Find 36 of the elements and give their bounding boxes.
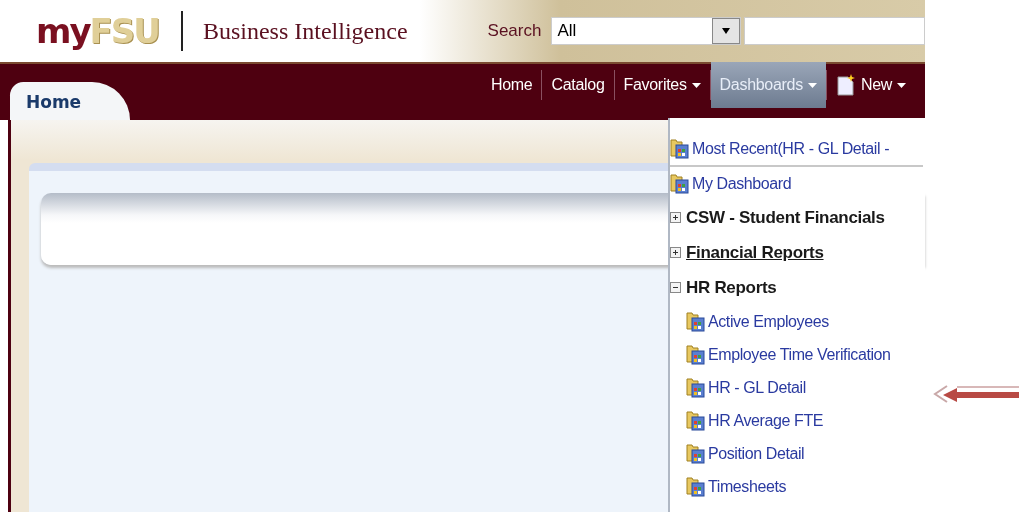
- dashboard-folder-icon: [686, 443, 705, 464]
- search-label: Search: [487, 21, 542, 41]
- dashboard-item[interactable]: My Dashboard: [670, 167, 792, 200]
- expand-icon[interactable]: [670, 212, 681, 223]
- dropdown-button[interactable]: [712, 18, 741, 44]
- dashboard-item[interactable]: HR - GL Detail: [686, 371, 806, 404]
- nav-link[interactable]: New: [826, 62, 915, 108]
- search-field[interactable]: [744, 17, 925, 45]
- expand-icon[interactable]: [670, 247, 681, 258]
- dashboard-item[interactable]: HR Average FTE: [686, 404, 824, 437]
- dashboard-item[interactable]: Most Recent(HR - GL Detail -: [670, 132, 890, 165]
- dashboard-folder-icon: [686, 377, 705, 398]
- new-document-icon: [835, 74, 856, 96]
- nav-link[interactable]: Catalog: [542, 62, 614, 108]
- dashboard-item[interactable]: Active Employees: [686, 305, 829, 338]
- dashboard-item[interactable]: Timesheets: [686, 470, 787, 503]
- caret-icon: [807, 82, 817, 88]
- app-title: Business Intelligence: [202, 17, 408, 45]
- collapse-icon[interactable]: [670, 282, 681, 293]
- dashboard-folder-icon: [686, 311, 705, 332]
- nav-link[interactable]: Favorites: [614, 62, 710, 108]
- dashboard-item[interactable]: Employee Time Verification: [686, 338, 891, 371]
- search-scope-dropdown[interactable]: All: [551, 17, 742, 45]
- caret-icon: [897, 82, 906, 88]
- logo[interactable]: myFSU: [36, 11, 159, 51]
- dropdown-arrow-icon: [722, 28, 731, 34]
- folder-label[interactable]: CSW - Student Financials: [686, 207, 885, 228]
- folder-label[interactable]: HR Reports: [686, 277, 777, 298]
- dashboard-folder-icon: [686, 476, 705, 497]
- folder-label[interactable]: Financial Reports: [686, 242, 824, 263]
- caret-icon: [691, 82, 701, 88]
- dashboard-folder-icon: [686, 344, 705, 365]
- nav-link[interactable]: Home: [481, 62, 542, 108]
- dashboard-folder-icon: [686, 410, 705, 431]
- dashboard-item[interactable]: Position Detail: [686, 437, 805, 470]
- home-tab[interactable]: Home: [10, 82, 130, 120]
